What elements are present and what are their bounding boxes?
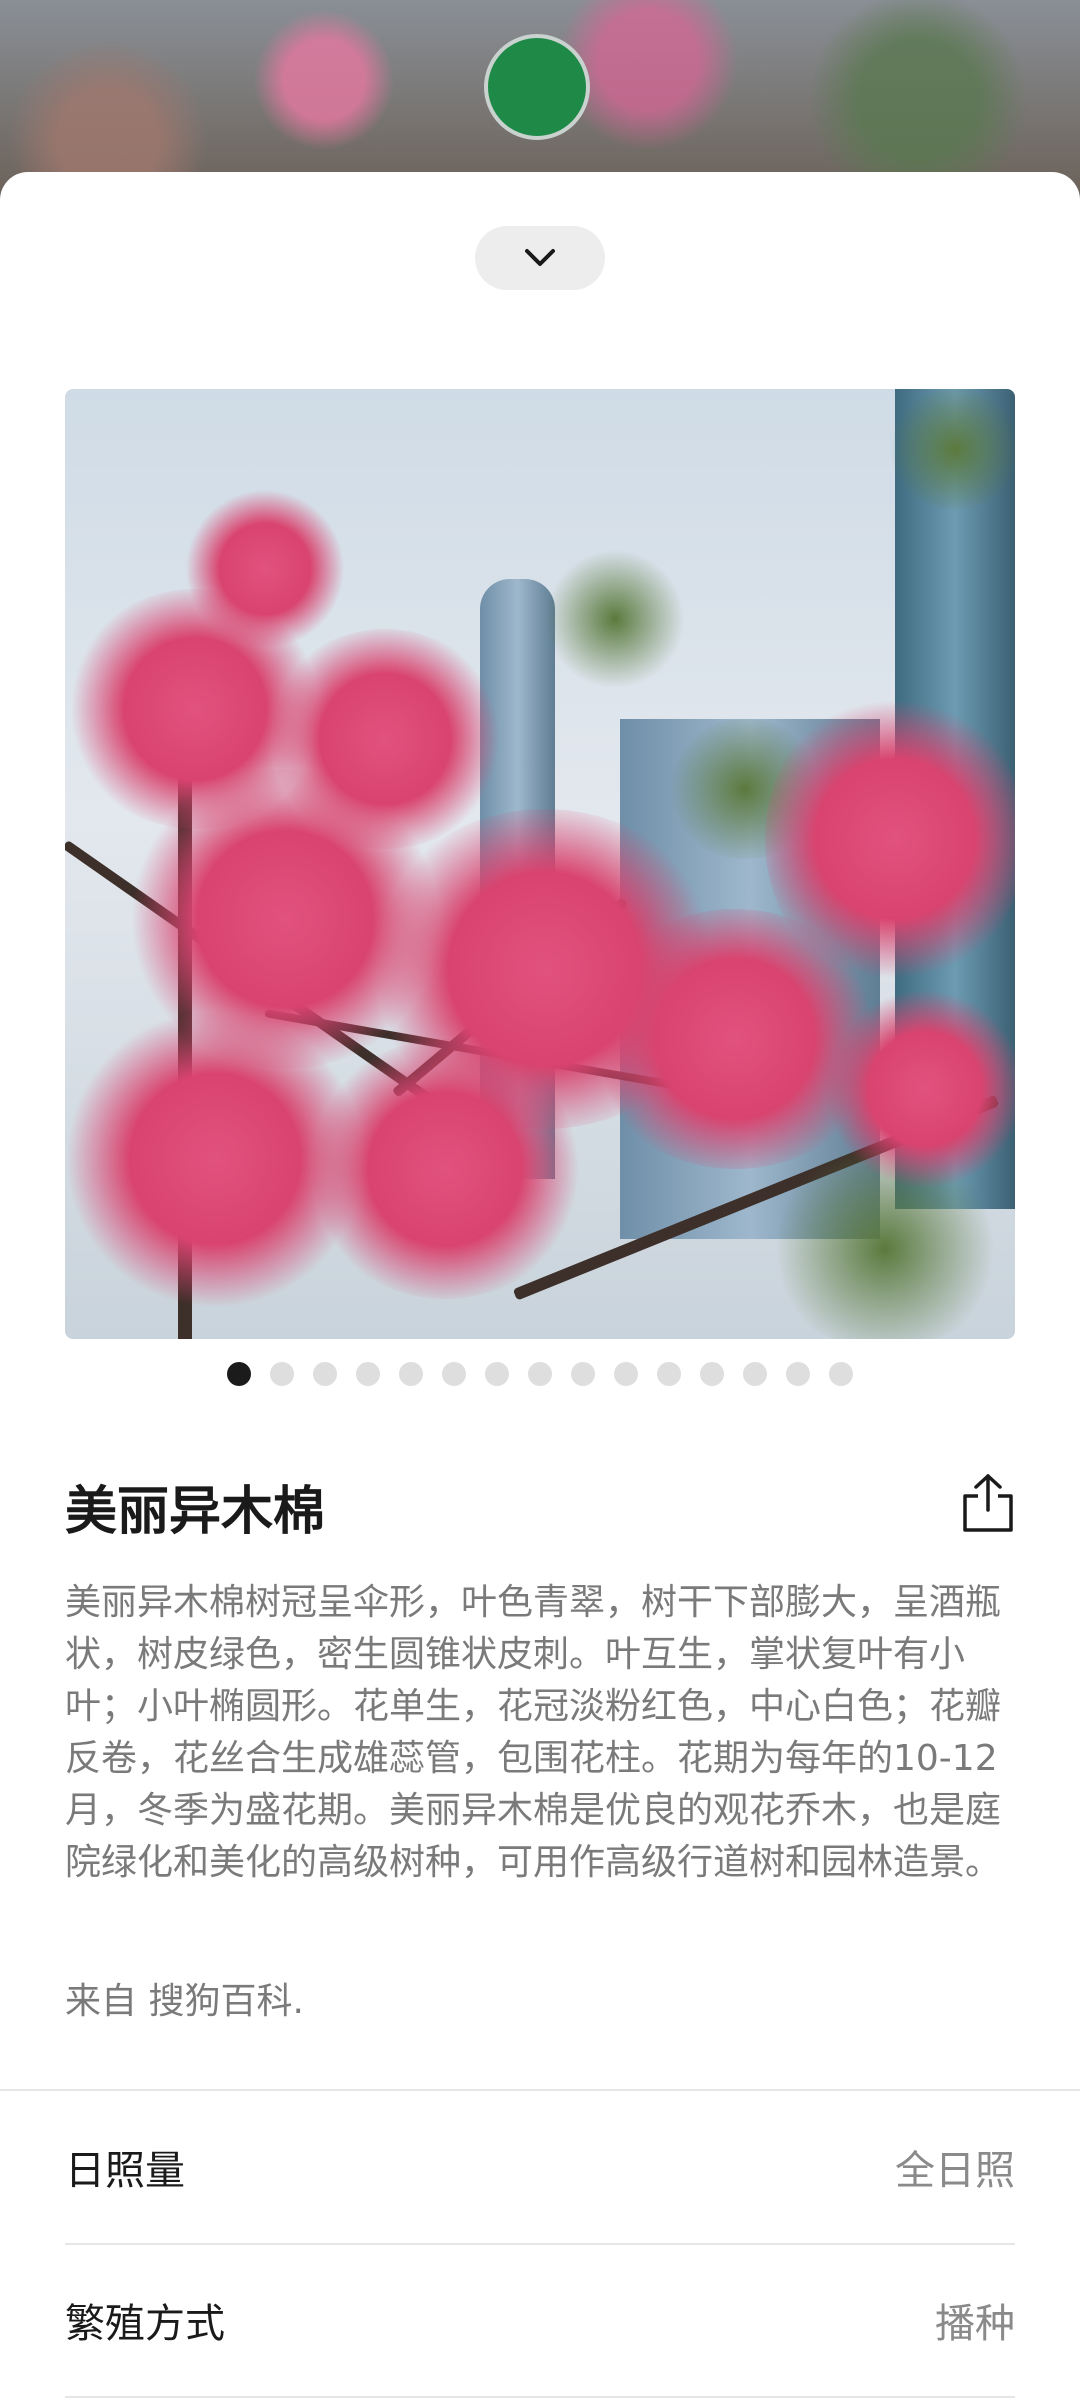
attribute-value: 播种 <box>935 2301 1015 2347</box>
source-attribution: 来自 搜狗百科. <box>65 1981 304 2022</box>
attribute-label: 繁殖方式 <box>65 2301 225 2347</box>
pagination-dot[interactable] <box>657 1362 681 1386</box>
pagination-dot[interactable] <box>399 1362 423 1386</box>
plant-name: 美丽异木棉 <box>65 1482 326 1542</box>
pagination-dot[interactable] <box>829 1362 853 1386</box>
plant-detail-sheet: 美丽异木棉 美丽异木棉树冠呈伞形，叶色青翠，树干下部膨大，呈酒瓶状，树皮绿色，密… <box>0 172 1080 2400</box>
blossom-cluster <box>765 689 1015 989</box>
pagination-dot[interactable] <box>571 1362 595 1386</box>
pagination-dot[interactable] <box>485 1362 509 1386</box>
pagination-dot[interactable] <box>700 1362 724 1386</box>
blossom-cluster <box>185 489 345 649</box>
pagination-dot[interactable] <box>356 1362 380 1386</box>
section-divider <box>0 2089 1080 2091</box>
pagination-dot[interactable] <box>313 1362 337 1386</box>
leaf-cluster <box>885 389 1015 509</box>
blossom-cluster <box>265 629 505 849</box>
attribute-label: 日照量 <box>65 2148 185 2194</box>
chevron-down-icon <box>525 249 555 266</box>
pagination-dot[interactable] <box>743 1362 767 1386</box>
blossom-cluster <box>305 1039 585 1299</box>
pagination-dot[interactable] <box>442 1362 466 1386</box>
pagination-dot[interactable] <box>614 1362 638 1386</box>
capture-button[interactable] <box>484 34 590 140</box>
plant-description: 美丽异木棉树冠呈伞形，叶色青翠，树干下部膨大，呈酒瓶状，树皮绿色，密生圆锥状皮刺… <box>65 1582 1002 1883</box>
attribute-row-propagation: 繁殖方式 播种 <box>65 2245 1015 2395</box>
plant-photo[interactable] <box>65 389 1015 1339</box>
share-icon[interactable] <box>960 1472 1016 1534</box>
attribute-value: 全日照 <box>895 2148 1015 2194</box>
leaf-cluster <box>545 549 685 689</box>
collapse-button[interactable] <box>475 226 605 290</box>
pagination-dot[interactable] <box>227 1362 251 1386</box>
pagination-dot[interactable] <box>270 1362 294 1386</box>
attribute-row-sunlight: 日照量 全日照 <box>65 2092 1015 2242</box>
blossom-cluster <box>825 989 1015 1189</box>
gallery-pagination[interactable] <box>0 1362 1080 1386</box>
pagination-dot[interactable] <box>786 1362 810 1386</box>
pagination-dot[interactable] <box>528 1362 552 1386</box>
row-divider <box>65 2396 1015 2398</box>
